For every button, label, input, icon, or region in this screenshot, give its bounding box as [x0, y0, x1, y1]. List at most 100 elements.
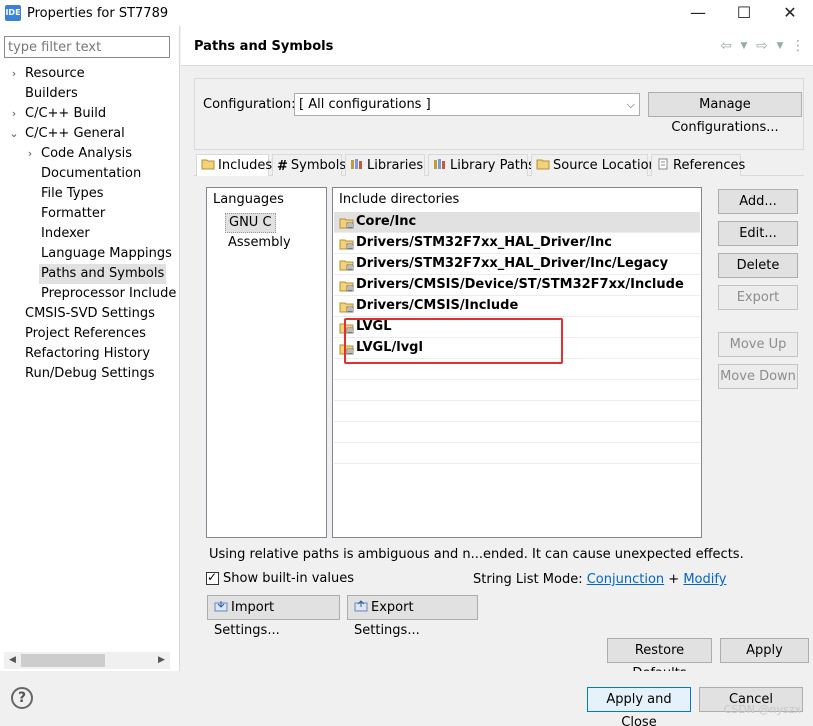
tree-item[interactable]: Documentation	[0, 164, 180, 184]
tree-item[interactable]: Indexer	[0, 224, 180, 244]
configuration-value: [ All configurations ]	[299, 97, 431, 112]
manage-configurations-button[interactable]: Manage Configurations...	[648, 92, 802, 135]
tree-item[interactable]: File Types	[0, 184, 180, 204]
tree-item[interactable]: › Resource	[0, 64, 180, 84]
tree-item[interactable]: Preprocessor Include	[0, 284, 180, 304]
folder-icon	[536, 159, 550, 170]
move-up-button[interactable]: Move Up	[718, 332, 798, 357]
tree-item[interactable]: CMSIS-SVD Settings	[0, 304, 180, 324]
books-icon	[351, 159, 362, 169]
tree-item[interactable]: Builders	[0, 84, 180, 104]
includes-tab-panel: Languages GNU C Assembly Include directo…	[194, 176, 804, 638]
empty-row	[334, 380, 700, 401]
tree-horizontal-scrollbar[interactable]: ◀ ▶	[4, 652, 170, 669]
apply-button[interactable]: Apply	[720, 638, 809, 663]
tab-source-location[interactable]: Source Location	[531, 154, 657, 176]
minimize-button[interactable]: —	[675, 0, 721, 26]
include-folder-icon	[339, 216, 354, 229]
tab-bar: Includes # Symbols Libraries Library Path…	[194, 154, 804, 177]
chevron-down-icon: ⌵	[626, 98, 635, 111]
tree-item-label: Indexer	[41, 226, 90, 241]
books-icon	[434, 159, 445, 169]
include-row[interactable]: Drivers/CMSIS/Device/ST/STM32F7xx/Includ…	[334, 275, 700, 296]
tree-item[interactable]: Refactoring History	[0, 344, 180, 364]
highlight-annotation-box	[344, 318, 563, 364]
move-down-button[interactable]: Move Down	[718, 364, 798, 389]
tab-library-paths[interactable]: Library Paths	[428, 154, 535, 176]
scroll-left-arrow-icon[interactable]: ◀	[4, 652, 21, 669]
export-button[interactable]: Export	[718, 285, 798, 310]
tab-label: Symbols	[290, 158, 347, 173]
modify-link[interactable]: Modify	[683, 572, 726, 587]
configuration-select[interactable]: [ All configurations ] ⌵	[294, 93, 640, 116]
chevron-down-icon[interactable]: ⌄	[8, 124, 20, 144]
scroll-thumb[interactable]	[21, 654, 105, 667]
include-path-label: Core/Inc	[356, 214, 417, 229]
checkbox-checked-icon[interactable]	[206, 570, 219, 585]
include-row[interactable]: Core/Inc	[334, 212, 700, 233]
tree-item[interactable]: Formatter	[0, 204, 180, 224]
back-arrow-icon[interactable]: ⇦	[719, 38, 733, 54]
maximize-button[interactable]: ☐	[721, 0, 767, 26]
back-dropdown-icon[interactable]: ▼	[737, 38, 751, 54]
tab-libraries[interactable]: Libraries	[345, 154, 425, 176]
tree-item[interactable]: Run/Debug Settings	[0, 364, 180, 384]
conjunction-link[interactable]: Conjunction	[587, 572, 664, 587]
tree-item-label: Code Analysis	[41, 146, 132, 161]
tree-item[interactable]: Project References	[0, 324, 180, 344]
export-settings-button[interactable]: Export Settings...	[347, 595, 478, 638]
edit-button[interactable]: Edit...	[718, 221, 798, 246]
tree-item-label: Refactoring History	[25, 346, 151, 361]
tree-item[interactable]: Language Mappings	[0, 244, 180, 264]
restore-defaults-button[interactable]: Restore Defaults	[607, 638, 712, 681]
include-directories-header: Include directories	[339, 192, 460, 207]
show-builtin-values-checkbox[interactable]: Show built-in values	[206, 570, 354, 586]
configuration-group: Configuration: [ All configurations ] ⌵ …	[194, 78, 804, 150]
title-bar: IDE Properties for ST7789 — ☐ ✕	[0, 0, 813, 26]
tree-item[interactable]: › Code Analysis	[0, 144, 180, 164]
hash-icon: #	[277, 159, 288, 174]
delete-button[interactable]: Delete	[718, 253, 798, 278]
string-list-mode: String List Mode: Conjunction + Modify	[473, 572, 726, 587]
scroll-right-arrow-icon[interactable]: ▶	[153, 652, 170, 669]
tree-item-label: Language Mappings	[41, 246, 172, 261]
tree-item-label: CMSIS-SVD Settings	[25, 306, 155, 321]
apply-and-close-button[interactable]: Apply and Close	[587, 687, 691, 726]
tab-symbols[interactable]: # Symbols	[272, 154, 346, 176]
tree-item-label: Paths and Symbols	[39, 264, 167, 284]
language-item-assembly[interactable]: Assembly	[225, 233, 294, 253]
tree-item[interactable]: Paths and Symbols	[0, 264, 180, 284]
tab-includes[interactable]: Includes	[196, 154, 272, 177]
languages-header: Languages	[213, 192, 284, 207]
tree-item-label: Run/Debug Settings	[25, 366, 155, 381]
forward-dropdown-icon[interactable]: ▼	[773, 38, 787, 54]
forward-arrow-icon[interactable]: ⇨	[755, 38, 769, 54]
tab-references[interactable]: References	[651, 154, 745, 176]
view-menu-icon[interactable]: ⋮	[791, 38, 805, 54]
language-item-gnu-c[interactable]: GNU C	[225, 213, 276, 233]
tab-label: References	[673, 158, 746, 173]
chevron-right-icon[interactable]: ›	[8, 104, 20, 124]
window-title: Properties for ST7789	[27, 5, 169, 21]
page-title: Paths and Symbols	[194, 39, 334, 54]
tree-item[interactable]: › C/C++ Build	[0, 104, 180, 124]
include-row[interactable]: Drivers/STM32F7xx_HAL_Driver/Inc/Legacy	[334, 254, 700, 275]
import-settings-button[interactable]: Import Settings...	[207, 595, 340, 638]
add-button[interactable]: Add...	[718, 189, 798, 214]
include-path-label: Drivers/CMSIS/Device/ST/STM32F7xx/Includ…	[356, 277, 684, 292]
tree-item[interactable]: ⌄ C/C++ General	[0, 124, 180, 144]
include-path-label: Drivers/STM32F7xx_HAL_Driver/Inc	[356, 235, 612, 250]
help-icon[interactable]: ?	[11, 687, 33, 709]
close-button[interactable]: ✕	[767, 0, 813, 26]
chevron-right-icon[interactable]: ›	[24, 144, 36, 164]
show-builtin-label: Show built-in values	[223, 571, 354, 586]
include-folder-icon	[339, 279, 354, 292]
filter-input[interactable]	[4, 36, 170, 58]
include-path-label: Drivers/CMSIS/Include	[356, 298, 519, 313]
chevron-right-icon[interactable]: ›	[8, 64, 20, 84]
languages-list[interactable]: Languages GNU C Assembly	[206, 187, 327, 538]
include-row[interactable]: Drivers/CMSIS/Include	[334, 296, 700, 317]
empty-row	[334, 443, 700, 464]
include-row[interactable]: Drivers/STM32F7xx_HAL_Driver/Inc	[334, 233, 700, 254]
tree-item-label: Project References	[25, 326, 146, 341]
